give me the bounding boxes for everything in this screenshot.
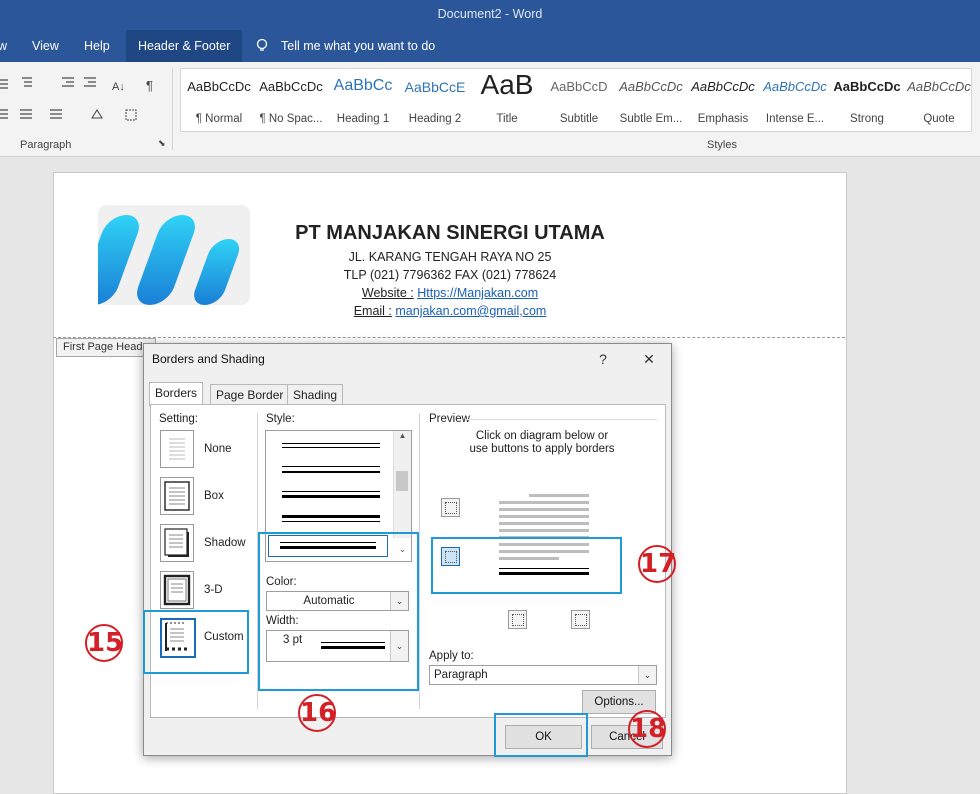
header-boundary xyxy=(53,337,845,338)
menu-item-partial[interactable]: w xyxy=(0,30,7,62)
style-option-thin-thick[interactable] xyxy=(282,466,380,473)
step-badge-17: 17 xyxy=(638,545,676,583)
svg-text:A↓: A↓ xyxy=(112,81,125,93)
setting-shadow-icon[interactable] xyxy=(160,524,194,562)
style-strong[interactable]: AaBbCcDc Strong xyxy=(831,69,903,131)
title-bar: Document2 - Word xyxy=(0,0,980,30)
highlight-ok-button xyxy=(494,713,588,757)
highlight-preview-bottom xyxy=(431,537,622,594)
setting-box-icon[interactable] xyxy=(160,477,194,515)
company-email-line: Email : manjakan.com@gmail,com xyxy=(250,304,650,318)
style-intense-emphasis[interactable]: AaBbCcDc Intense E... xyxy=(759,69,831,131)
step-badge-16: 16 xyxy=(298,694,336,732)
styles-gallery: AaBbCcDc ¶ Normal AaBbCcDc ¶ No Spac... … xyxy=(180,68,972,132)
step-badge-18: 18 xyxy=(628,710,666,748)
website-label: Website : xyxy=(361,286,414,300)
company-name: PT MANJAKAN SINERGI UTAMA xyxy=(295,222,605,244)
scroll-up-icon[interactable]: ▲ xyxy=(394,431,411,440)
style-option-double-thin[interactable] xyxy=(282,443,380,448)
setting-box-label[interactable]: Box xyxy=(204,490,224,502)
company-address: JL. KARANG TENGAH RAYA NO 25 xyxy=(348,250,552,264)
setting-3d-icon[interactable] xyxy=(160,571,194,609)
style-subtitle[interactable]: AaBbCcD Subtitle xyxy=(543,69,615,131)
setting-none-icon[interactable] xyxy=(160,430,194,468)
dialog-title: Borders and Shading xyxy=(152,352,265,366)
company-website-line: Website : Https://Manjakan.com xyxy=(250,286,650,300)
company-logo xyxy=(80,205,250,305)
setting-label: Setting: xyxy=(159,413,198,425)
close-button[interactable]: ✕ xyxy=(634,347,664,371)
apply-to-value: Paragraph xyxy=(434,669,488,681)
highlight-custom-setting xyxy=(143,610,249,674)
style-heading-1[interactable]: AaBbCc Heading 1 xyxy=(327,69,399,131)
first-page-header-tag: First Page Header xyxy=(56,338,156,357)
email-label: Email : xyxy=(353,304,392,318)
style-option-thick-thin[interactable] xyxy=(282,515,380,522)
style-quote[interactable]: AaBbCcDc Quote xyxy=(903,69,975,131)
email-link[interactable]: manjakan.com@gmail,com xyxy=(395,304,546,318)
ribbon: A↓ ¶ Paragraph ⬊ AaBbCcDc ¶ Normal AaBbC… xyxy=(0,62,980,157)
lightbulb-icon xyxy=(255,30,269,62)
style-subtle-emphasis[interactable]: AaBbCcDc Subtle Em... xyxy=(615,69,687,131)
chevron-down-icon[interactable]: ⌄ xyxy=(638,666,656,684)
help-button[interactable]: ? xyxy=(588,347,618,371)
style-no-spacing[interactable]: AaBbCcDc ¶ No Spac... xyxy=(255,69,327,131)
setting-shadow-label[interactable]: Shadow xyxy=(204,537,246,549)
style-label: Style: xyxy=(266,413,295,425)
website-link[interactable]: Https://Manjakan.com xyxy=(417,286,538,300)
tab-borders[interactable]: Borders xyxy=(149,382,204,406)
style-title[interactable]: AaB Title xyxy=(471,69,543,131)
right-border-button[interactable] xyxy=(571,610,590,629)
menu-item-help[interactable]: Help xyxy=(84,30,110,62)
paragraph-group-label: Paragraph xyxy=(20,139,72,151)
top-border-button[interactable] xyxy=(441,498,460,517)
tell-me-search[interactable]: Tell me what you want to do xyxy=(281,30,435,62)
window-title: Document2 - Word xyxy=(437,7,543,21)
style-normal[interactable]: AaBbCcDc ¶ Normal xyxy=(183,69,255,131)
step-badge-15: 15 xyxy=(85,624,123,662)
preview-label: Preview xyxy=(429,413,470,425)
tab-page-border[interactable]: Page Border xyxy=(210,384,290,405)
setting-3d-label[interactable]: 3-D xyxy=(204,584,223,596)
style-emphasis[interactable]: AaBbCcDc Emphasis xyxy=(687,69,759,131)
style-heading-2[interactable]: AaBbCcE Heading 2 xyxy=(399,69,471,131)
styles-group-label: Styles xyxy=(707,139,737,151)
tab-shading[interactable]: Shading xyxy=(287,384,344,405)
highlight-style-width xyxy=(258,532,419,691)
company-phone: TLP (021) 7796362 FAX (021) 778624 xyxy=(343,268,557,282)
menu-item-view[interactable]: View xyxy=(32,30,59,62)
apply-to-label: Apply to: xyxy=(429,650,474,662)
menu-bar: w View Help Header & Footer Tell me what… xyxy=(0,30,980,62)
paragraph-dialog-launcher-icon[interactable]: ⬊ xyxy=(158,138,166,149)
svg-text:¶: ¶ xyxy=(146,78,153,93)
tab-header-footer[interactable]: Header & Footer xyxy=(126,30,243,62)
style-list-scrollbar[interactable]: ▲ xyxy=(393,431,411,538)
preview-hint: Click on diagram below or use buttons to… xyxy=(469,430,615,455)
left-border-button[interactable] xyxy=(508,610,527,629)
setting-none-label[interactable]: None xyxy=(204,443,232,455)
style-option-thin-thick-2[interactable] xyxy=(282,491,380,498)
apply-to-dropdown[interactable]: Paragraph ⌄ xyxy=(429,665,657,685)
paragraph-tools-icon[interactable]: A↓ ¶ xyxy=(0,72,170,132)
scroll-thumb[interactable] xyxy=(396,471,408,491)
